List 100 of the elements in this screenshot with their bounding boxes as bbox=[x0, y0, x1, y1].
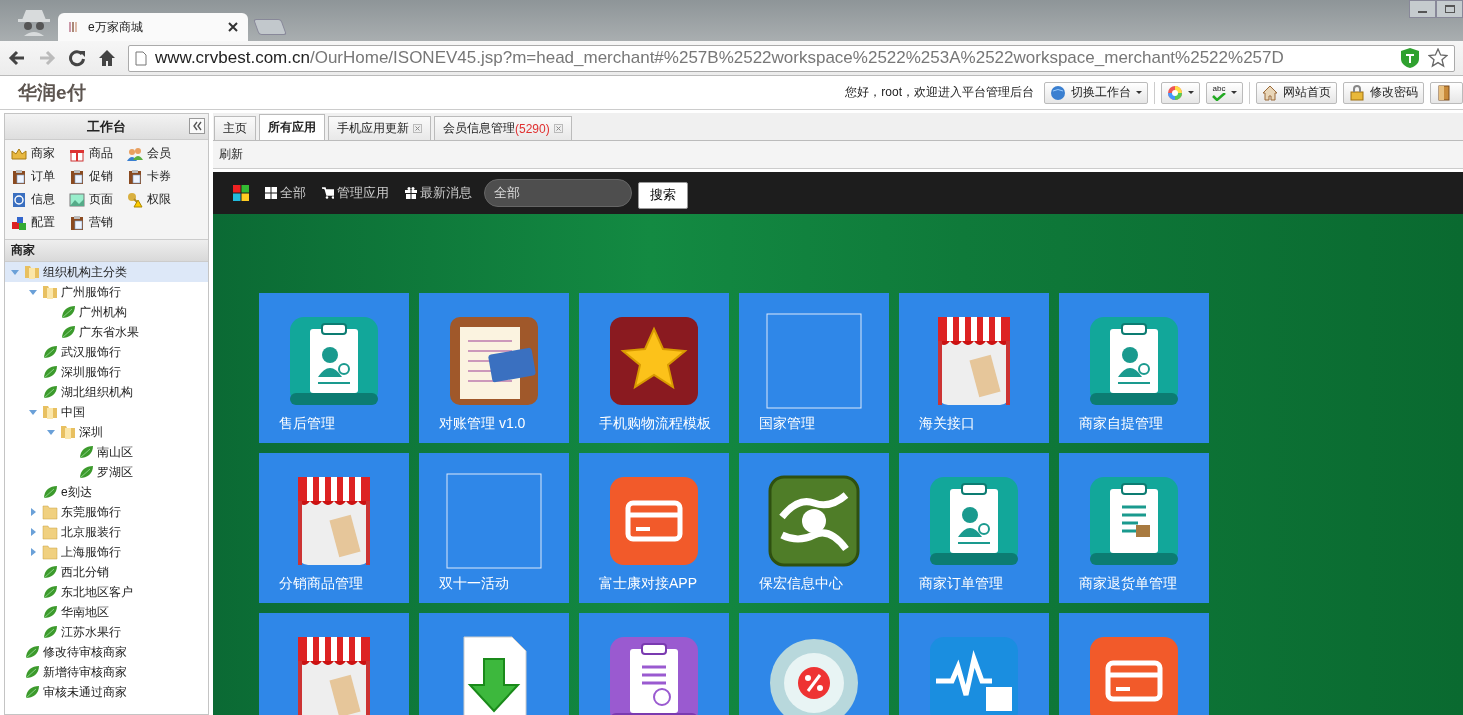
launcher-item[interactable]: 配置 bbox=[11, 214, 69, 231]
tree-item[interactable]: 广州服饰行 bbox=[5, 282, 208, 302]
caret-icon bbox=[1188, 91, 1194, 94]
tab[interactable]: 手机应用更新 bbox=[328, 116, 431, 140]
clipboard-icon bbox=[127, 168, 143, 185]
collapse-arrow-icon[interactable] bbox=[29, 408, 37, 416]
url-text: www.crvbest.com.cn/OurHome/ISONEV45.jsp?m=head_merchant#%257B%2522workspace%2522%253A%2522workspace_merchant%2522%257D bbox=[155, 48, 1285, 68]
color-theme-button[interactable] bbox=[1161, 81, 1200, 104]
shield-icon[interactable] bbox=[1400, 47, 1420, 69]
star-icon[interactable] bbox=[1428, 48, 1448, 68]
collapse-arrow-icon[interactable] bbox=[29, 288, 37, 296]
back-arrow-icon[interactable] bbox=[8, 49, 26, 67]
launcher-item[interactable]: 信息 bbox=[11, 191, 69, 208]
tree-item[interactable]: 组织机构主分类 bbox=[5, 262, 208, 282]
tree-item[interactable]: 西北分销 bbox=[5, 562, 208, 582]
menu-item[interactable]: 最新消息 bbox=[405, 184, 472, 202]
refresh-button[interactable]: 刷新 bbox=[219, 146, 243, 163]
app-tile[interactable]: 保宏信息中心 bbox=[739, 453, 889, 603]
folder-icon bbox=[42, 404, 58, 420]
leaf-icon bbox=[24, 664, 40, 680]
folder-icon bbox=[24, 264, 40, 280]
launcher-item[interactable]: 促销 bbox=[69, 168, 127, 185]
launcher-item[interactable]: 权限 bbox=[127, 191, 185, 208]
app-tile[interactable]: 分销商品管理 bbox=[259, 453, 409, 603]
launcher-item[interactable]: 页面 bbox=[69, 191, 127, 208]
search-field[interactable]: 全部 bbox=[484, 179, 632, 207]
address-bar[interactable]: www.crvbest.com.cn/OurHome/ISONEV45.jsp?m=head_merchant#%257B%2522workspace%2522%253A%2522workspace_merchant%2522%257D bbox=[128, 44, 1455, 72]
collapse-arrow-icon[interactable] bbox=[11, 268, 19, 276]
app-tile[interactable]: 对账管理 v1.0 bbox=[419, 293, 569, 443]
launcher-item[interactable]: 商家 bbox=[11, 145, 69, 162]
tree-item[interactable]: 华南地区 bbox=[5, 602, 208, 622]
tree-item[interactable]: e刻达 bbox=[5, 482, 208, 502]
launcher-item[interactable]: 订单 bbox=[11, 168, 69, 185]
expand-arrow-icon[interactable] bbox=[29, 528, 37, 536]
leaf-icon bbox=[42, 624, 58, 640]
launcher-item[interactable]: 卡券 bbox=[127, 168, 185, 185]
leaf-icon bbox=[78, 444, 94, 460]
minimize-button[interactable] bbox=[1409, 0, 1436, 18]
new-tab-button[interactable] bbox=[253, 19, 287, 35]
tree-item[interactable]: 湖北组织机构 bbox=[5, 382, 208, 402]
search-button[interactable]: 搜索 bbox=[638, 181, 688, 209]
tree-item[interactable]: 广东省水果 bbox=[5, 322, 208, 342]
header-link-button[interactable]: 网站首页 bbox=[1256, 81, 1337, 104]
tab[interactable]: 主页 bbox=[214, 116, 256, 140]
tree-item[interactable]: 南山区 bbox=[5, 442, 208, 462]
clipboard-icon bbox=[69, 214, 85, 231]
globe-icon bbox=[1050, 84, 1066, 101]
spellcheck-button[interactable]: abc bbox=[1206, 81, 1243, 104]
tree-item[interactable]: 修改待审核商家 bbox=[5, 642, 208, 662]
tree-item[interactable]: 审核未通过商家 bbox=[5, 682, 208, 702]
app-tile[interactable]: 商家退货单管理 bbox=[1059, 453, 1209, 603]
app-tile[interactable]: 手机购物流程模板 bbox=[579, 293, 729, 443]
app-tile[interactable]: 海关接口 bbox=[899, 293, 1049, 443]
leaf-icon bbox=[42, 364, 58, 380]
reload-icon[interactable] bbox=[68, 49, 86, 67]
app-tile[interactable]: 富士康对接APP bbox=[579, 453, 729, 603]
app-label: 海关接口 bbox=[919, 415, 975, 433]
app-tile[interactable]: 双十一活动 bbox=[419, 453, 569, 603]
panel-title: 工作台 bbox=[87, 117, 126, 136]
tree-item[interactable]: 深圳服饰行 bbox=[5, 362, 208, 382]
maximize-button[interactable] bbox=[1436, 0, 1463, 18]
app-tile[interactable]: 商家自提管理 bbox=[1059, 293, 1209, 443]
leaf-icon bbox=[60, 304, 76, 320]
expand-arrow-icon[interactable] bbox=[29, 508, 37, 516]
app-tile[interactable]: 国家管理 bbox=[739, 293, 889, 443]
home-icon[interactable] bbox=[98, 49, 116, 67]
app-label: 对账管理 v1.0 bbox=[439, 415, 526, 433]
tree-item[interactable]: 广州机构 bbox=[5, 302, 208, 322]
tab-title: e万家商城 bbox=[88, 18, 144, 36]
menu-item[interactable]: 全部 bbox=[265, 184, 306, 202]
tree-item[interactable]: 武汉服饰行 bbox=[5, 342, 208, 362]
expand-arrow-icon[interactable] bbox=[29, 548, 37, 556]
tree-item[interactable]: 罗湖区 bbox=[5, 462, 208, 482]
switch-workspace-button[interactable]: 切换工作台 bbox=[1044, 81, 1148, 104]
close-icon[interactable] bbox=[228, 22, 238, 32]
tree-item[interactable]: 北京服装行 bbox=[5, 522, 208, 542]
app-tile[interactable]: 售后管理 bbox=[259, 293, 409, 443]
app-label: 售后管理 bbox=[279, 415, 335, 433]
browser-tab[interactable]: e万家商城 bbox=[58, 13, 248, 41]
header-link-button[interactable]: 修改密码 bbox=[1343, 81, 1424, 104]
four-squares-logo-icon bbox=[233, 185, 249, 201]
header-link-button[interactable] bbox=[1430, 81, 1463, 104]
tree-item[interactable]: 新增待审核商家 bbox=[5, 662, 208, 682]
menu-item[interactable]: 管理应用 bbox=[322, 184, 389, 202]
tree-item[interactable]: 江苏水果行 bbox=[5, 622, 208, 642]
app-tile[interactable]: 商家订单管理 bbox=[899, 453, 1049, 603]
collapse-arrow-icon[interactable] bbox=[47, 428, 55, 436]
launcher-item[interactable]: 商品 bbox=[69, 145, 127, 162]
tree-item[interactable]: 上海服饰行 bbox=[5, 542, 208, 562]
leaf-icon bbox=[42, 604, 58, 620]
tree-item[interactable]: 中国 bbox=[5, 402, 208, 422]
launcher-item[interactable]: 会员 bbox=[127, 145, 185, 162]
app-label: 保宏信息中心 bbox=[759, 575, 843, 593]
collapse-button[interactable] bbox=[189, 118, 205, 134]
launcher-item[interactable]: 营销 bbox=[69, 214, 127, 231]
tab[interactable]: 会员信息管理(5290) bbox=[434, 116, 572, 140]
tree-item[interactable]: 东莞服饰行 bbox=[5, 502, 208, 522]
tree-item[interactable]: 深圳 bbox=[5, 422, 208, 442]
tab[interactable]: 所有应用 bbox=[259, 114, 325, 140]
tree-item[interactable]: 东北地区客户 bbox=[5, 582, 208, 602]
